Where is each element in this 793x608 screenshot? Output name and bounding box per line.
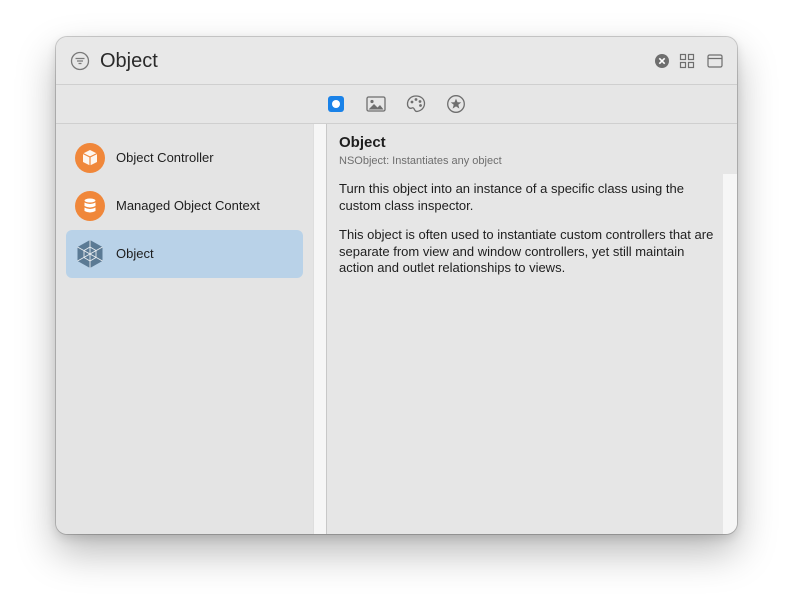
library-tab-bar — [56, 85, 737, 124]
symbols-library-icon[interactable] — [446, 94, 466, 114]
filter-icon[interactable] — [70, 51, 90, 71]
list-item-object-controller[interactable]: Object Controller — [66, 134, 303, 182]
clear-icon[interactable] — [654, 53, 670, 69]
search-bar: Object — [56, 37, 737, 85]
detail-title: Object — [339, 134, 386, 151]
wireframe-cube-icon — [77, 240, 103, 268]
library-window: Object Object Controller Managed Object … — [56, 37, 737, 534]
color-palette-icon[interactable] — [406, 94, 426, 114]
objects-library-icon[interactable] — [326, 94, 346, 114]
grid-view-icon[interactable] — [679, 53, 695, 69]
sidebar-layout-icon[interactable] — [707, 53, 723, 69]
list-item-object[interactable]: Object — [66, 230, 303, 278]
detail-description: This object is often used to instantiate… — [339, 227, 714, 275]
detail-scrollbar[interactable] — [723, 174, 737, 534]
detail-description: Turn this object into an instance of a s… — [339, 181, 684, 213]
cube-icon — [75, 143, 105, 173]
detail-pane: Object NSObject: Instantiates any object… — [329, 124, 723, 534]
search-input[interactable]: Object — [100, 49, 158, 73]
detail-subtitle: NSObject: Instantiates any object — [339, 155, 502, 167]
database-icon — [75, 191, 105, 221]
list-item-managed-object-context[interactable]: Managed Object Context — [66, 182, 303, 230]
list-item-label: Object Controller — [116, 150, 214, 165]
image-library-icon[interactable] — [366, 94, 386, 114]
list-item-label: Managed Object Context — [116, 198, 260, 213]
list-item-label: Object — [116, 246, 154, 261]
list-scrollbar[interactable] — [313, 124, 327, 534]
library-list: Object Controller Managed Object Context — [56, 124, 313, 534]
